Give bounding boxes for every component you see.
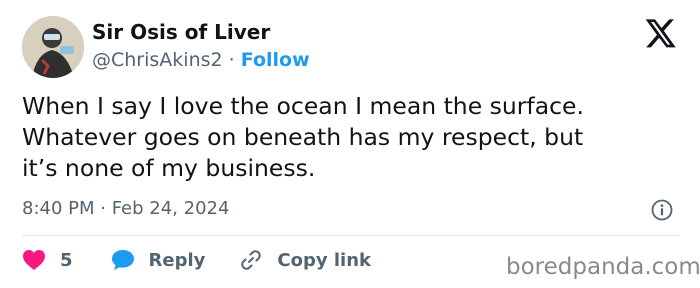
- avatar[interactable]: [22, 16, 84, 78]
- author-handle-row: @ChrisAkins2 · Follow: [92, 48, 310, 72]
- reply-button[interactable]: Reply: [111, 249, 206, 271]
- watermark: boredpanda.com: [506, 254, 700, 280]
- like-button[interactable]: 5: [22, 249, 73, 271]
- separator-dot: ·: [228, 49, 235, 71]
- tweet-text-line: When I say I love the ocean I mean the s…: [22, 92, 584, 120]
- like-count: 5: [60, 249, 73, 271]
- author-name[interactable]: Sir Osis of Liver: [92, 20, 270, 44]
- speech-bubble-icon: [111, 250, 134, 270]
- reply-label: Reply: [148, 249, 206, 271]
- divider: [22, 235, 680, 236]
- avatar-image: [22, 16, 84, 78]
- tweet-timestamp[interactable]: 8:40 PM · Feb 24, 2024: [22, 197, 229, 221]
- link-icon: [241, 250, 262, 270]
- tweet-text-line: Whatever goes on beneath has my respect,…: [22, 123, 584, 151]
- tweet-text-line: it’s none of my business.: [22, 154, 316, 182]
- heart-icon: [23, 250, 45, 270]
- copy-link-button[interactable]: Copy link: [239, 248, 371, 272]
- x-logo-icon[interactable]: [645, 19, 677, 49]
- author-handle[interactable]: @ChrisAkins2: [92, 49, 223, 71]
- copy-link-label: Copy link: [277, 249, 371, 271]
- action-bar: 5 Reply Copy link: [22, 246, 399, 274]
- tweet-text: When I say I love the ocean I mean the s…: [22, 91, 682, 184]
- follow-button[interactable]: Follow: [241, 49, 310, 71]
- info-icon[interactable]: [651, 199, 673, 221]
